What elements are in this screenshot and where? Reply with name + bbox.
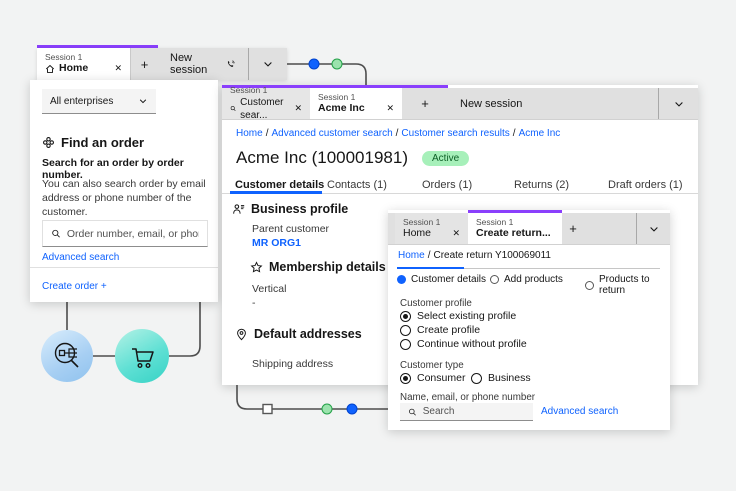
app-canvas: Session 1 Home ✕ + New session All enter…	[0, 0, 736, 491]
radio-unselected-icon	[400, 339, 411, 350]
return-breadcrumb: Home/Create return Y100069011	[398, 250, 551, 261]
step-customer-details[interactable]: Customer details	[397, 274, 486, 285]
tab-session-create-return[interactable]: Session 1 Create return...	[468, 213, 562, 244]
step-label: Add products	[504, 274, 563, 285]
step-todo-icon	[490, 275, 499, 284]
step-todo-icon	[585, 281, 594, 290]
search-icon	[408, 407, 417, 417]
status-square	[263, 405, 272, 414]
status-dot-green	[322, 404, 332, 414]
step-current-icon	[397, 275, 406, 284]
radio-unselected-icon	[400, 325, 411, 336]
progress-line-todo	[464, 268, 660, 269]
session-dropdown-button[interactable]	[636, 213, 670, 244]
radio-create-profile[interactable]: Create profile	[400, 324, 480, 336]
customer-type-label: Customer type	[400, 360, 464, 371]
step-label: Products to return	[599, 274, 670, 296]
create-return-window: Session 1 Home ✕ Session 1 Create return…	[388, 210, 670, 430]
customer-profile-label: Customer profile	[400, 298, 472, 309]
step-add-products[interactable]: Add products	[490, 274, 563, 285]
radio-label: Consumer	[417, 372, 465, 384]
tab-session-home[interactable]: Session 1 Home ✕	[395, 213, 468, 244]
session-label: Session 1	[476, 217, 554, 227]
status-dot-blue	[347, 404, 357, 414]
radio-business[interactable]: Business	[471, 372, 531, 384]
tab-title: Create return...	[476, 227, 551, 241]
radio-label: Select existing profile	[417, 310, 516, 322]
radio-consumer[interactable]: Consumer	[400, 372, 465, 384]
radio-selected-icon	[400, 373, 411, 384]
close-tab-icon[interactable]: ✕	[452, 228, 460, 240]
new-tab-button[interactable]: +	[562, 213, 584, 244]
step-products-to-return[interactable]: Products to return	[585, 274, 670, 296]
breadcrumb-current: Create return Y100069011	[433, 250, 551, 261]
breadcrumb-link[interactable]: Home	[398, 250, 425, 261]
radio-label: Create profile	[417, 324, 480, 336]
radio-label: Business	[488, 372, 531, 384]
return-search-input[interactable]	[423, 406, 525, 417]
name-search-label: Name, email, or phone number	[400, 392, 535, 403]
advanced-search-link[interactable]: Advanced search	[541, 406, 618, 417]
step-label: Customer details	[411, 274, 486, 285]
return-window-tabbar: Session 1 Home ✕ Session 1 Create return…	[388, 213, 670, 245]
return-search-input-wrap	[400, 403, 533, 421]
progress-line-current	[397, 267, 464, 269]
radio-select-existing-profile[interactable]: Select existing profile	[400, 310, 516, 322]
session-label: Session 1	[403, 217, 460, 227]
tab-title: Home	[403, 227, 431, 241]
radio-unselected-icon	[471, 373, 482, 384]
chevron-down-icon	[648, 223, 660, 235]
radio-label: Continue without profile	[417, 338, 527, 350]
radio-selected-icon	[400, 311, 411, 322]
radio-continue-without-profile[interactable]: Continue without profile	[400, 338, 527, 350]
